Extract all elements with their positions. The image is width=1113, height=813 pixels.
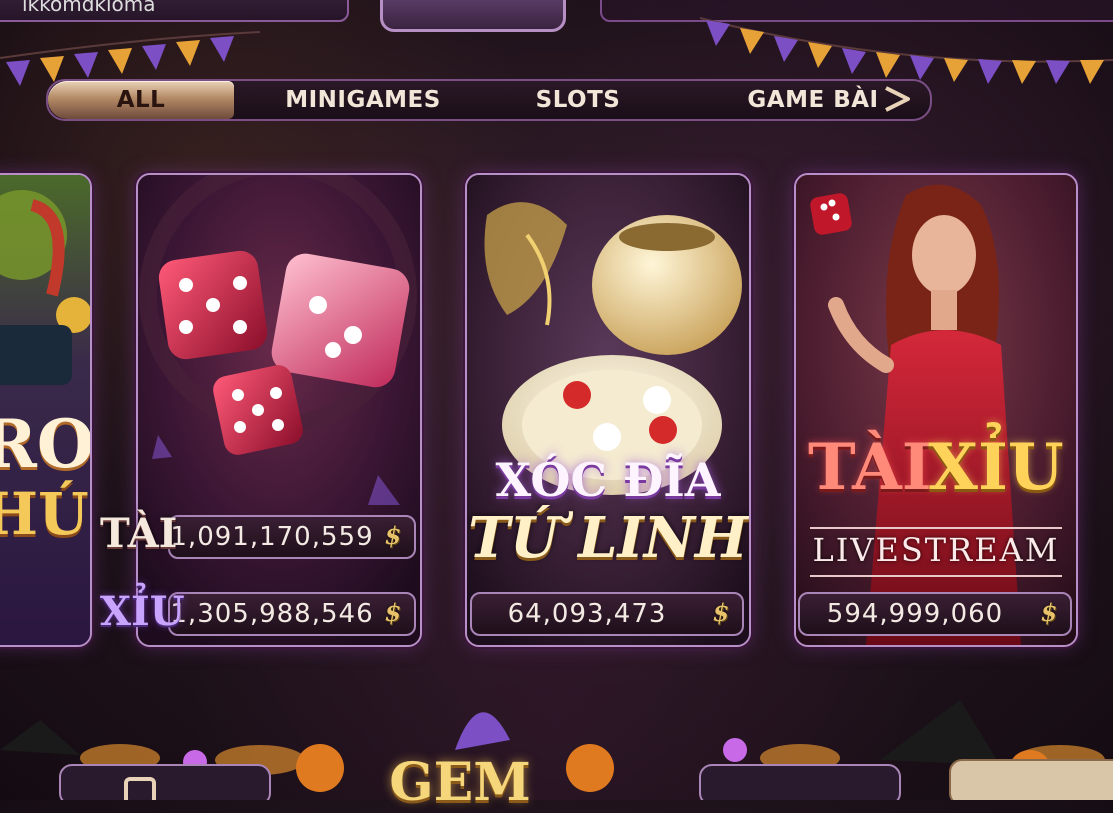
card-title-line2: HÚ — [0, 480, 89, 548]
tai-value: 1,091,170,559 — [170, 522, 374, 552]
tab-minigames[interactable]: MINIGAMES — [268, 81, 458, 119]
card-subtitle: LIVESTREAM — [812, 531, 1060, 569]
card-title-line2: TỨ LINH — [468, 505, 748, 571]
home-icon[interactable] — [120, 775, 160, 800]
coin-icon: $ — [384, 521, 402, 550]
jackpot-value: 64,093,473 — [507, 599, 667, 629]
card-title-line1: XÓC ĐĨA — [495, 453, 721, 507]
coin-icon: $ — [1040, 598, 1058, 627]
halloween-bunting — [0, 17, 1113, 86]
xiu-jackpot: 1,305,988,546 $ — [168, 592, 416, 636]
game-card-xoc-dia[interactable]: XÓC ĐĨA TỨ LINH — [465, 173, 751, 647]
game-card-tai-xiu-livestream[interactable]: TÀI XỈU LIVESTREAM — [794, 173, 1078, 647]
jackpot-value: 594,999,060 — [826, 599, 1004, 629]
dice-icon — [810, 193, 852, 235]
card-title-xiu: XỈU — [928, 430, 1064, 505]
footer-logo[interactable]: GEM — [360, 752, 560, 813]
category-tab-bar: ALL MINIGAMES SLOTS GAME BÀI — [46, 79, 932, 121]
tab-game-bai[interactable]: GAME BÀI — [728, 81, 898, 119]
chevron-right-icon[interactable] — [878, 82, 918, 116]
xiu-value: 1,305,988,546 — [170, 599, 374, 629]
card-title-tai: TÀI — [808, 430, 932, 505]
xiu-label: XỈU — [100, 588, 185, 635]
game-art — [467, 175, 749, 645]
coin-icon: $ — [384, 598, 402, 627]
dice-icon — [138, 175, 420, 645]
divider — [810, 527, 1062, 529]
livestream-jackpot: 594,999,060 $ — [798, 592, 1072, 636]
tai-label: TÀI — [100, 510, 178, 557]
game-card-tai-xiu[interactable] — [136, 173, 422, 647]
xoc-dia-jackpot: 64,093,473 $ — [470, 592, 744, 636]
card-title-line1: RO — [0, 405, 92, 483]
game-card-partial[interactable]: RO HÚ — [0, 173, 92, 647]
divider — [810, 575, 1062, 577]
tab-slots[interactable]: SLOTS — [518, 81, 638, 119]
tai-jackpot: 1,091,170,559 $ — [168, 515, 416, 559]
tab-all[interactable]: ALL — [48, 81, 234, 119]
coin-icon: $ — [712, 598, 730, 627]
